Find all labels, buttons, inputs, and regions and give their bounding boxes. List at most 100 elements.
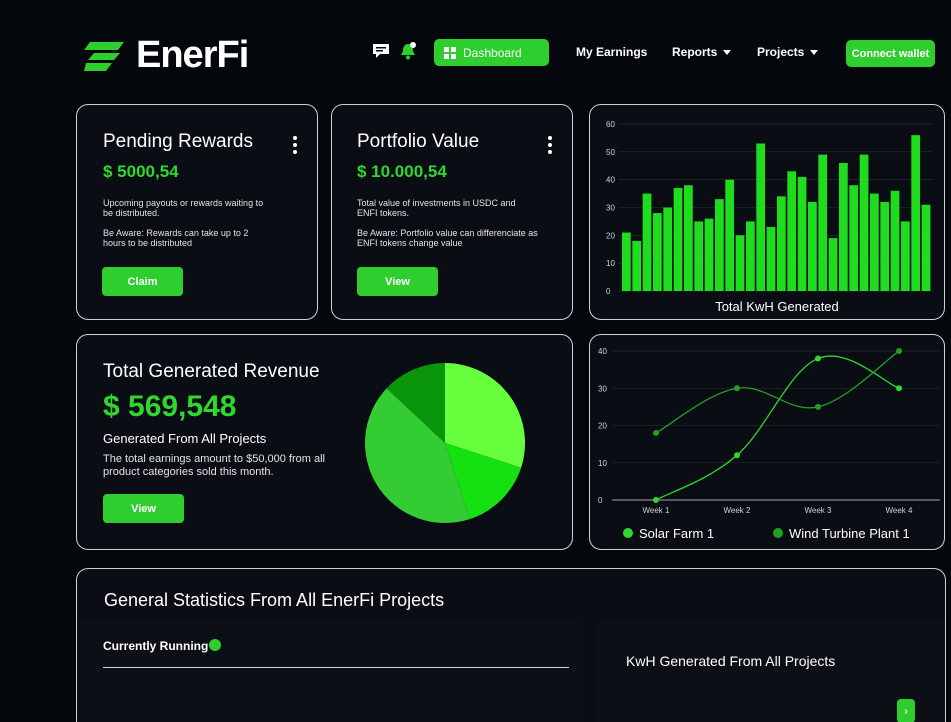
weekly-line-chart: 0 10 20 30 40 Week 1 Week 2 Week 3 Week 4 Solar F… <box>598 347 940 541</box>
bar[interactable] <box>921 204 931 291</box>
y-tick-label: 30 <box>606 204 615 213</box>
portfolio-value-description: Total value of investments in USDC and E… <box>357 198 516 218</box>
pending-rewards-amount: $ 5000,54 <box>103 162 179 181</box>
portfolio-value-amount: $ 10.000,54 <box>357 162 447 181</box>
bar[interactable] <box>725 179 735 291</box>
bar[interactable] <box>735 235 745 291</box>
bar[interactable] <box>622 232 631 291</box>
bar[interactable] <box>787 171 797 291</box>
bar[interactable] <box>746 221 755 291</box>
general-statistics-title: General Statistics From All EnerFi Proje… <box>104 590 445 610</box>
kwh-all-projects-panel: KwH Generated From All Projects › <box>597 621 945 722</box>
bar[interactable] <box>870 193 879 291</box>
claim-button[interactable]: Claim <box>102 267 183 296</box>
legend-label: Solar Farm 1 <box>639 526 714 541</box>
bar-chart-title: Total KwH Generated <box>715 299 839 314</box>
portfolio-view-button[interactable]: View <box>357 267 438 296</box>
bar[interactable] <box>818 154 828 291</box>
divider <box>103 667 569 668</box>
bar[interactable] <box>839 162 848 291</box>
legend-label: Wind Turbine Plant 1 <box>789 526 910 541</box>
more-options-icon[interactable] <box>293 136 297 154</box>
connect-wallet-button[interactable]: Connect wallet <box>846 40 935 67</box>
nav-label: Reports <box>672 45 718 59</box>
bar[interactable] <box>684 185 693 291</box>
bar[interactable] <box>715 199 724 291</box>
data-point[interactable] <box>896 348 902 354</box>
weekly-line-chart-card: 0 10 20 30 40 Week 1 Week 2 Week 3 Week 4 Solar F… <box>589 334 945 550</box>
y-tick-label: 60 <box>606 120 615 129</box>
brand-logo[interactable]: EnerFi <box>84 34 249 77</box>
bar[interactable] <box>704 218 714 291</box>
y-tick-label: 20 <box>598 422 607 431</box>
chevron-down-icon <box>723 50 732 56</box>
bar[interactable] <box>880 201 890 291</box>
bar[interactable] <box>901 221 910 291</box>
revenue-view-button[interactable]: View <box>103 494 184 523</box>
bar[interactable] <box>673 188 683 291</box>
bar[interactable] <box>859 154 869 291</box>
chevron-right-icon[interactable]: › <box>897 699 915 722</box>
portfolio-value-card: Portfolio Value $ 10.000,54 Total value … <box>331 104 573 320</box>
dashboard-button[interactable]: Dashboard <box>434 39 549 66</box>
pending-rewards-description: Upcoming payouts or rewards waiting to b… <box>103 198 264 218</box>
nav-projects[interactable]: Projects <box>757 45 819 59</box>
y-tick-label: 50 <box>606 148 615 157</box>
x-tick-label: Week 3 <box>805 506 833 515</box>
y-tick-label: 0 <box>606 287 611 296</box>
dashboard-label: Dashboard <box>463 45 522 60</box>
chevron-down-icon <box>810 50 819 56</box>
bar[interactable] <box>694 221 704 291</box>
bar[interactable] <box>890 190 900 291</box>
data-point[interactable] <box>896 385 902 392</box>
x-tick-label: Week 1 <box>643 506 671 515</box>
bar[interactable] <box>663 207 673 292</box>
data-point[interactable] <box>653 497 659 503</box>
nav-label: Projects <box>757 45 805 59</box>
bar[interactable] <box>632 240 642 291</box>
portfolio-value-warning: Be Aware: Portfolio value can differenci… <box>357 228 538 248</box>
revenue-pie-chart <box>365 363 525 523</box>
bar[interactable] <box>777 196 786 291</box>
total-revenue-amount: $ 569,548 <box>103 390 237 423</box>
more-options-icon[interactable] <box>548 136 552 154</box>
legend-marker <box>773 528 783 538</box>
chat-icon[interactable] <box>372 43 390 60</box>
currently-running-panel: Currently Running <box>77 621 582 722</box>
y-tick-label: 20 <box>606 231 615 240</box>
bar[interactable] <box>766 226 776 291</box>
data-point[interactable] <box>653 429 659 436</box>
total-revenue-title: Total Generated Revenue <box>103 361 320 382</box>
x-tick-label: Week 4 <box>886 506 914 515</box>
kwh-bar-chart: 0 10 20 30 40 50 60 Total KwH Generated <box>606 120 932 314</box>
data-point[interactable] <box>815 355 821 362</box>
y-tick-label: 10 <box>598 459 607 468</box>
y-tick-label: 0 <box>598 496 603 505</box>
data-point[interactable] <box>734 452 740 459</box>
series-line <box>655 350 900 434</box>
bar[interactable] <box>797 176 807 291</box>
dashboard-grid-icon <box>444 46 456 59</box>
data-point[interactable] <box>815 403 821 410</box>
nav-my-earnings[interactable]: My Earnings <box>576 45 647 59</box>
bar[interactable] <box>849 185 859 291</box>
enerfi-logo-icon <box>84 41 124 71</box>
currently-running-label: Currently Running <box>103 639 209 653</box>
bar[interactable] <box>828 238 838 291</box>
nav-label: My Earnings <box>576 45 648 59</box>
bar[interactable] <box>756 143 766 291</box>
total-revenue-subtitle: Generated From All Projects <box>103 431 267 446</box>
bar[interactable] <box>653 213 662 291</box>
y-tick-label: 40 <box>606 176 615 185</box>
nav-reports[interactable]: Reports <box>672 45 732 59</box>
pending-rewards-card: Pending Rewards $ 5000,54 Upcoming payou… <box>76 104 318 320</box>
data-point[interactable] <box>734 385 740 392</box>
notification-bell-icon[interactable] <box>400 42 416 61</box>
bar[interactable] <box>911 135 921 291</box>
series-line <box>655 355 900 501</box>
total-revenue-description: The total earnings amount to $50,000 fro… <box>103 453 325 478</box>
y-tick-label: 30 <box>598 384 607 393</box>
bar[interactable] <box>642 193 652 291</box>
bar[interactable] <box>808 201 817 291</box>
pending-rewards-warning: Be Aware: Rewards can take up to 2 hours… <box>103 228 249 248</box>
